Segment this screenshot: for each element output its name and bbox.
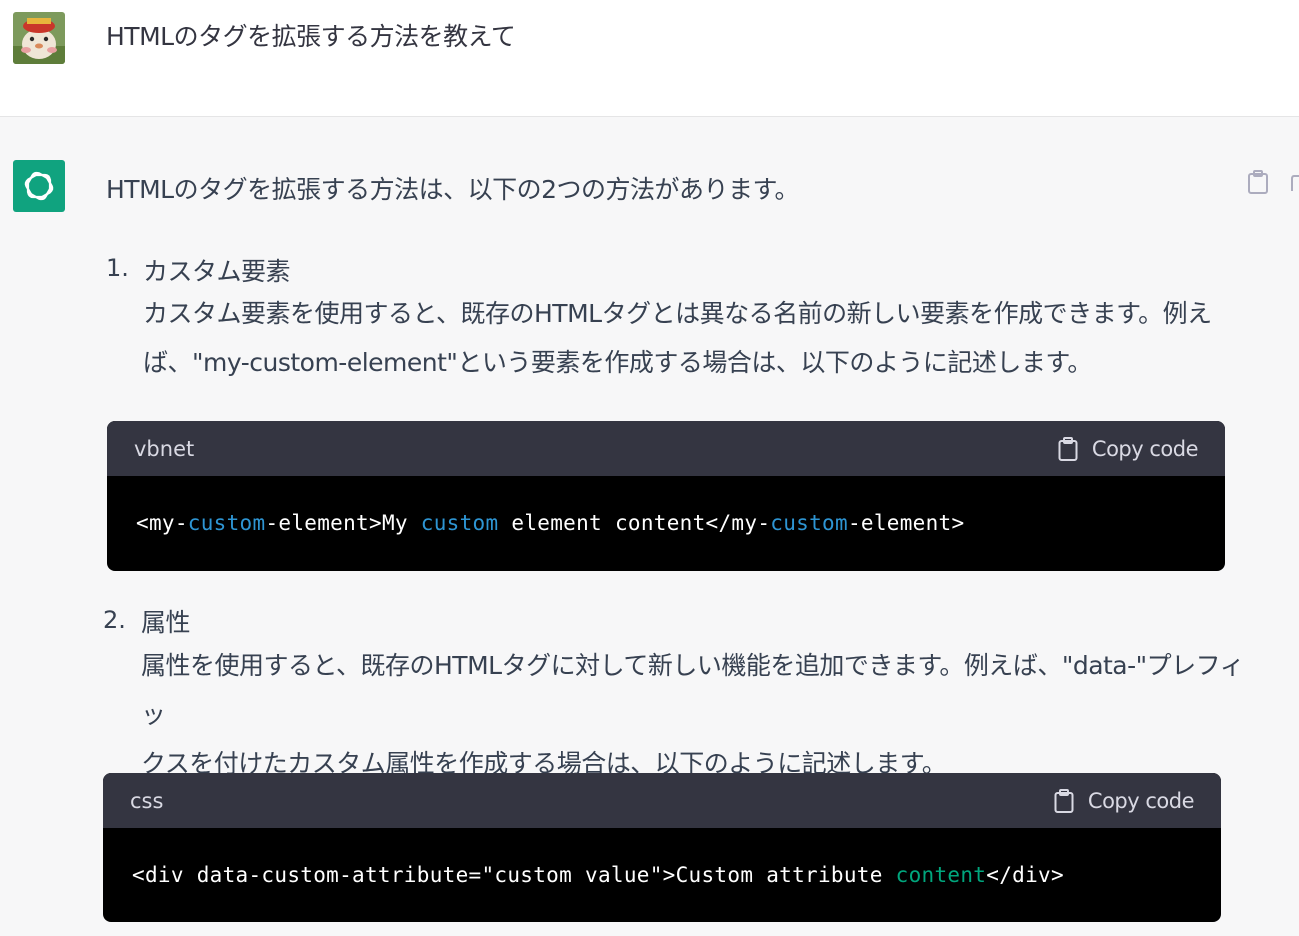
thumbs-up-icon[interactable] bbox=[1290, 174, 1299, 192]
clipboard-icon bbox=[1054, 788, 1074, 813]
code-content: <div data-custom-attribute="custom value… bbox=[103, 828, 1221, 887]
clipboard-icon[interactable] bbox=[1247, 170, 1269, 194]
code-language-label: vbnet bbox=[134, 436, 195, 461]
list-number: 1. bbox=[106, 254, 129, 282]
code-token-string: content bbox=[895, 863, 987, 887]
clipboard-icon bbox=[1058, 436, 1078, 461]
code-block: vbnet Copy code <my-custom-element>My cu… bbox=[107, 421, 1225, 571]
code-block-header: css Copy code bbox=[103, 773, 1221, 828]
code-token: -element>My bbox=[265, 511, 421, 535]
list-item-paragraph: 属性を使用すると、既存のHTMLタグに対して新しい機能を追加できます。例えば、"… bbox=[141, 641, 1251, 788]
code-language-label: css bbox=[130, 788, 164, 813]
code-token: -element> bbox=[847, 511, 965, 535]
code-token: <div data-custom-attribute="custom value… bbox=[132, 863, 896, 887]
assistant-message-row: HTMLのタグを拡張する方法は、以下の2つの方法があります。 1. カスタム要素… bbox=[0, 118, 1299, 936]
code-block: css Copy code <div data-custom-attribute… bbox=[103, 773, 1221, 922]
code-token-keyword: custom bbox=[770, 511, 848, 535]
code-token-keyword: custom bbox=[187, 511, 266, 535]
copy-code-label: Copy code bbox=[1091, 436, 1199, 461]
openai-logo-icon bbox=[13, 160, 65, 212]
list-item-paragraph: カスタム要素を使用すると、既存のHTMLタグとは異なる名前の新しい要素を作成でき… bbox=[143, 289, 1223, 387]
code-token-keyword: custom bbox=[420, 511, 499, 535]
copy-code-button[interactable]: Copy code bbox=[1054, 788, 1195, 813]
code-token: </div> bbox=[986, 863, 1064, 887]
list-number: 2. bbox=[103, 606, 126, 634]
list-item-title: 属性 bbox=[141, 608, 191, 637]
paragraph-line: カスタム要素を使用すると、既存のHTMLタグとは異なる名前の新しい要素を作成でき… bbox=[143, 299, 1212, 328]
user-message-text: HTMLのタグを拡張する方法を教えて bbox=[106, 22, 516, 51]
list-item-title: カスタム要素 bbox=[143, 257, 291, 286]
code-content: <my-custom-element>My custom element con… bbox=[107, 476, 1225, 535]
code-block-header: vbnet Copy code bbox=[107, 421, 1225, 476]
assistant-intro-text: HTMLのタグを拡張する方法は、以下の2つの方法があります。 bbox=[106, 175, 799, 204]
code-token: element content</my- bbox=[498, 511, 771, 535]
paragraph-line: ば、"my-custom-element"という要素を作成する場合は、以下のよう… bbox=[143, 348, 1092, 377]
copy-code-button[interactable]: Copy code bbox=[1058, 436, 1199, 461]
user-avatar bbox=[13, 12, 65, 64]
copy-code-label: Copy code bbox=[1087, 788, 1195, 813]
user-message-row: HTMLのタグを拡張する方法を教えて bbox=[0, 0, 1299, 117]
paragraph-line: 属性を使用すると、既存のHTMLタグに対して新しい機能を追加できます。例えば、"… bbox=[141, 651, 1245, 729]
code-token: <my- bbox=[136, 511, 188, 535]
